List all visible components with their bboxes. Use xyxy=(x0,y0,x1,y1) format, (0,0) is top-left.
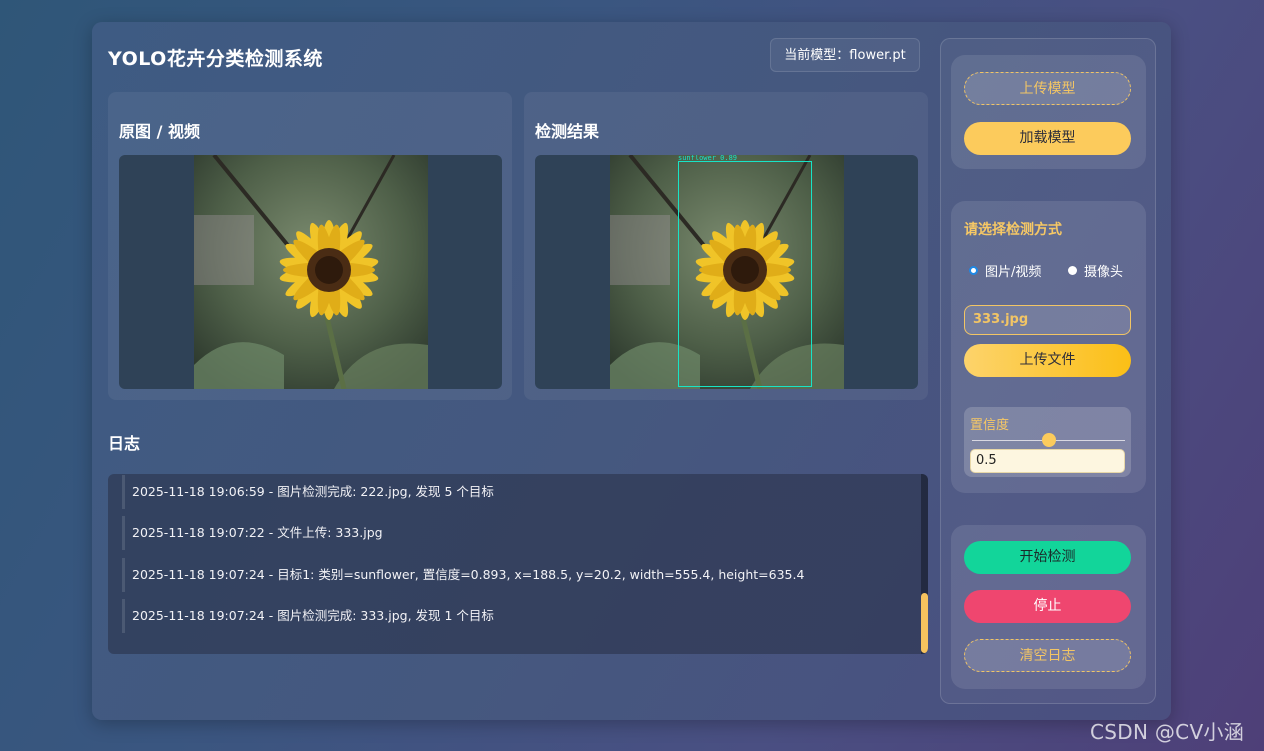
radio-checked-icon[interactable] xyxy=(969,266,978,275)
action-card: 开始检测 停止 清空日志 xyxy=(951,525,1146,689)
log-entry: 2025-11-18 19:07:24 - 目标1: 类别=sunflower,… xyxy=(122,558,912,592)
selected-file-field[interactable]: 333.jpg xyxy=(964,305,1131,335)
log-box[interactable]: 2025-11-18 19:06:59 - 图片检测完成: 222.jpg, 发… xyxy=(108,474,928,654)
radio-image-video-label: 图片/视频 xyxy=(985,265,1042,280)
log-entry: 2025-11-18 19:06:59 - 图片检测完成: 222.jpg, 发… xyxy=(122,475,912,509)
start-detect-button[interactable]: 开始检测 xyxy=(964,541,1131,574)
log-title: 日志 xyxy=(108,434,141,453)
stop-button[interactable]: 停止 xyxy=(964,590,1131,623)
log-scrollbar-thumb[interactable] xyxy=(921,593,928,653)
model-card: 上传模型 加载模型 xyxy=(951,55,1146,169)
detection-mode-card: 请选择检测方式 图片/视频 摄像头 333.jpg 上传文件 置信度 0.5 xyxy=(951,201,1146,493)
clear-log-button[interactable]: 清空日志 xyxy=(964,639,1131,672)
watermark: CSDN @CV小涵 xyxy=(1090,720,1245,744)
result-image-area: sunflower 0.89 xyxy=(535,155,918,389)
original-panel-title: 原图 / 视频 xyxy=(119,122,200,141)
original-panel: 原图 / 视频 xyxy=(108,92,512,400)
detection-bounding-box xyxy=(678,161,812,387)
current-model-badge: 当前模型：flower.pt xyxy=(770,38,920,72)
result-panel-title: 检测结果 xyxy=(535,122,600,141)
confidence-slider-knob[interactable] xyxy=(1041,433,1056,447)
detection-mode-label: 请选择检测方式 xyxy=(964,222,1062,238)
load-model-button[interactable]: 加载模型 xyxy=(964,122,1131,155)
result-panel: 检测结果 sunflower 0.89 xyxy=(524,92,928,400)
upload-model-button[interactable]: 上传模型 xyxy=(964,72,1131,105)
radio-camera[interactable]: 摄像头 xyxy=(1068,261,1123,280)
radio-unchecked-icon[interactable] xyxy=(1068,266,1077,275)
upload-file-button[interactable]: 上传文件 xyxy=(964,344,1131,377)
confidence-input[interactable]: 0.5 xyxy=(970,449,1125,473)
radio-camera-label: 摄像头 xyxy=(1084,265,1124,280)
radio-image-video[interactable]: 图片/视频 xyxy=(969,261,1041,280)
app-title: YOLO花卉分类检测系统 xyxy=(108,48,323,70)
original-image-area xyxy=(119,155,502,389)
sunflower-image xyxy=(194,155,428,389)
control-sidebar: 上传模型 加载模型 请选择检测方式 图片/视频 摄像头 333.jpg 上传文件… xyxy=(940,38,1156,704)
sunflower-result-image: sunflower 0.89 xyxy=(610,155,844,389)
log-entry: 2025-11-18 19:07:22 - 文件上传: 333.jpg xyxy=(122,516,912,550)
log-entry: 2025-11-18 19:07:24 - 图片检测完成: 333.jpg, 发… xyxy=(122,599,912,633)
confidence-label: 置信度 xyxy=(970,418,1010,433)
detection-label: sunflower 0.89 xyxy=(678,155,738,162)
confidence-box: 置信度 0.5 xyxy=(964,407,1131,477)
